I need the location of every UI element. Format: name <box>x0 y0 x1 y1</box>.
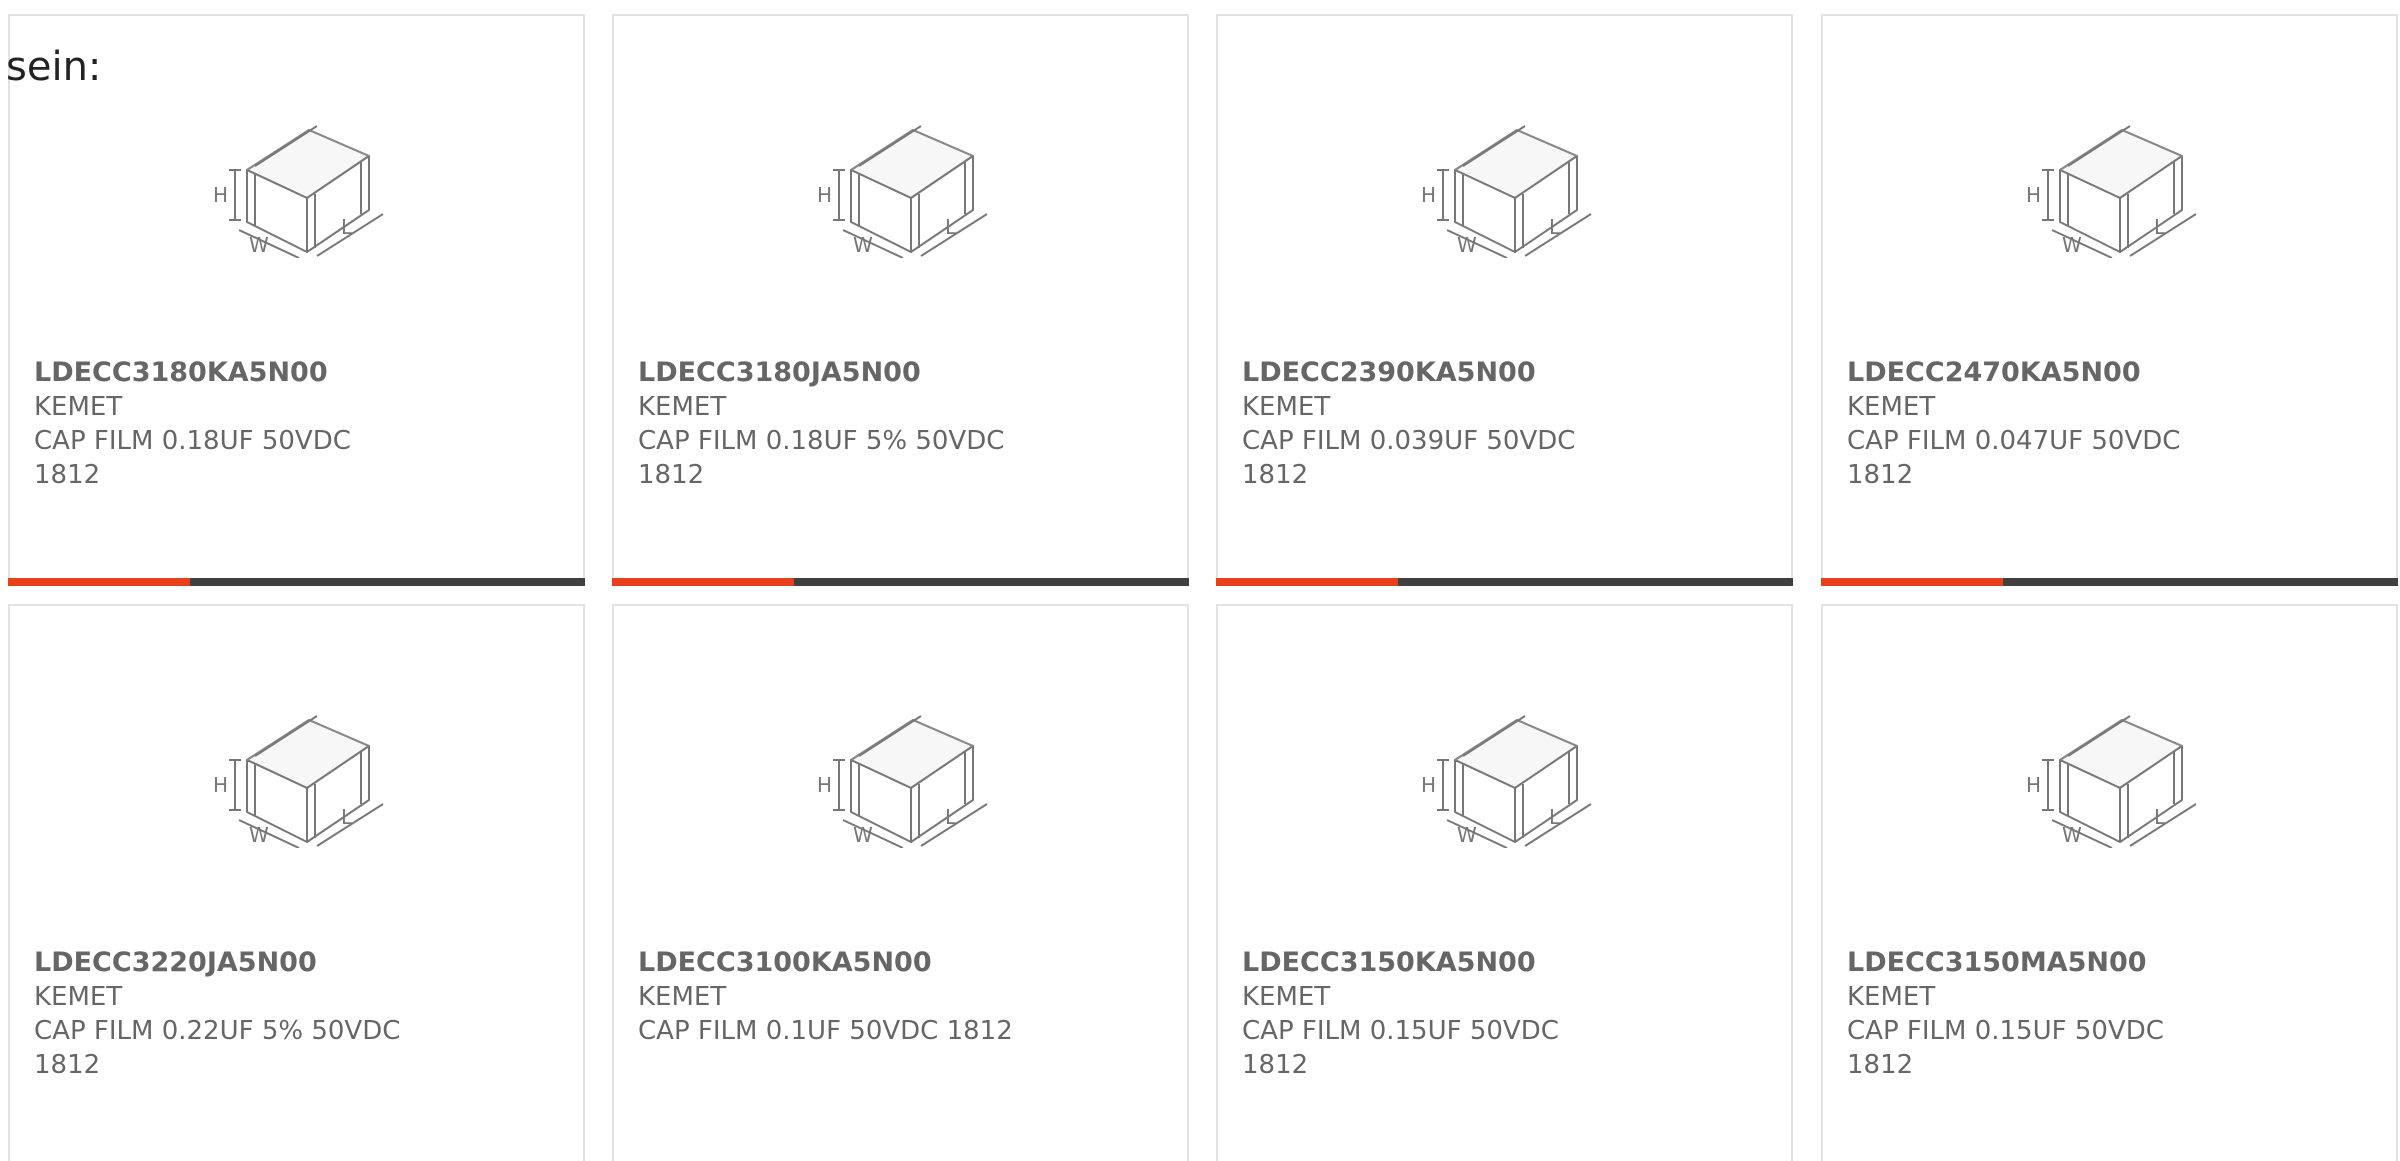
part-number[interactable]: LDECC3100KA5N00 <box>638 946 1028 980</box>
intro-text: sein: <box>6 44 102 90</box>
product-description: CAP FILM 0.18UF 5% 50VDC 1812 <box>638 426 1005 490</box>
product-info: LDECC3180KA5N00 KEMET CAP FILM 0.18UF 50… <box>34 356 424 492</box>
smd-component-dimension-icon <box>2018 700 2202 848</box>
card-accent-bar <box>612 578 794 586</box>
card-bottom-bar <box>8 578 585 586</box>
product-card[interactable]: LDECC3150MA5N00 KEMET CAP FILM 0.15UF 50… <box>1821 604 2398 1161</box>
smd-component-dimension-icon <box>1413 700 1597 848</box>
card-accent-bar <box>1821 578 2003 586</box>
part-number[interactable]: LDECC3180KA5N00 <box>34 356 424 390</box>
card-bottom-bar <box>612 578 1189 586</box>
card-accent-bar <box>8 578 190 586</box>
product-info: LDECC3150KA5N00 KEMET CAP FILM 0.15UF 50… <box>1242 946 1632 1082</box>
part-number[interactable]: LDECC2470KA5N00 <box>1847 356 2237 390</box>
manufacturer: KEMET <box>1847 392 1936 422</box>
product-card[interactable]: LDECC3180JA5N00 KEMET CAP FILM 0.18UF 5%… <box>612 14 1189 586</box>
manufacturer: KEMET <box>1242 982 1331 1012</box>
manufacturer: KEMET <box>1847 982 1936 1012</box>
smd-component-dimension-icon <box>809 700 993 848</box>
product-card[interactable]: LDECC2470KA5N00 KEMET CAP FILM 0.047UF 5… <box>1821 14 2398 586</box>
manufacturer: KEMET <box>1242 392 1331 422</box>
part-number[interactable]: LDECC3150KA5N00 <box>1242 946 1632 980</box>
product-description: CAP FILM 0.22UF 5% 50VDC 1812 <box>34 1016 401 1080</box>
smd-component-dimension-icon <box>2018 110 2202 258</box>
manufacturer: KEMET <box>638 392 727 422</box>
card-accent-bar <box>1216 578 1398 586</box>
manufacturer: KEMET <box>638 982 727 1012</box>
smd-component-dimension-icon <box>205 700 389 848</box>
card-bottom-bar <box>1216 578 1793 586</box>
product-card[interactable]: LDECC3150KA5N00 KEMET CAP FILM 0.15UF 50… <box>1216 604 1793 1161</box>
product-description: CAP FILM 0.15UF 50VDC 1812 <box>1847 1016 2164 1080</box>
product-description: CAP FILM 0.1UF 50VDC 1812 <box>638 1016 1013 1046</box>
part-number[interactable]: LDECC3150MA5N00 <box>1847 946 2237 980</box>
product-description: CAP FILM 0.047UF 50VDC 1812 <box>1847 426 2181 490</box>
product-info: LDECC3180JA5N00 KEMET CAP FILM 0.18UF 5%… <box>638 356 1028 492</box>
part-number[interactable]: LDECC3220JA5N00 <box>34 946 424 980</box>
page: sein: LDECC3180KA5N00 KEMET CAP FILM 0.1… <box>0 0 2400 1161</box>
manufacturer: KEMET <box>34 982 123 1012</box>
product-card[interactable]: LDECC3180KA5N00 KEMET CAP FILM 0.18UF 50… <box>8 14 585 586</box>
product-card[interactable]: LDECC3100KA5N00 KEMET CAP FILM 0.1UF 50V… <box>612 604 1189 1161</box>
smd-component-dimension-icon <box>1413 110 1597 258</box>
product-info: LDECC3220JA5N00 KEMET CAP FILM 0.22UF 5%… <box>34 946 424 1082</box>
product-info: LDECC3150MA5N00 KEMET CAP FILM 0.15UF 50… <box>1847 946 2237 1082</box>
product-info: LDECC2470KA5N00 KEMET CAP FILM 0.047UF 5… <box>1847 356 2237 492</box>
product-description: CAP FILM 0.15UF 50VDC 1812 <box>1242 1016 1559 1080</box>
product-grid: LDECC3180KA5N00 KEMET CAP FILM 0.18UF 50… <box>8 14 2400 1161</box>
smd-component-dimension-icon <box>809 110 993 258</box>
product-description: CAP FILM 0.039UF 50VDC 1812 <box>1242 426 1576 490</box>
product-description: CAP FILM 0.18UF 50VDC 1812 <box>34 426 351 490</box>
product-card[interactable]: LDECC3220JA5N00 KEMET CAP FILM 0.22UF 5%… <box>8 604 585 1161</box>
product-info: LDECC3100KA5N00 KEMET CAP FILM 0.1UF 50V… <box>638 946 1028 1048</box>
card-bottom-bar <box>1821 578 2398 586</box>
part-number[interactable]: LDECC2390KA5N00 <box>1242 356 1632 390</box>
smd-component-dimension-icon <box>205 110 389 258</box>
manufacturer: KEMET <box>34 392 123 422</box>
part-number[interactable]: LDECC3180JA5N00 <box>638 356 1028 390</box>
product-info: LDECC2390KA5N00 KEMET CAP FILM 0.039UF 5… <box>1242 356 1632 492</box>
product-card[interactable]: LDECC2390KA5N00 KEMET CAP FILM 0.039UF 5… <box>1216 14 1793 586</box>
